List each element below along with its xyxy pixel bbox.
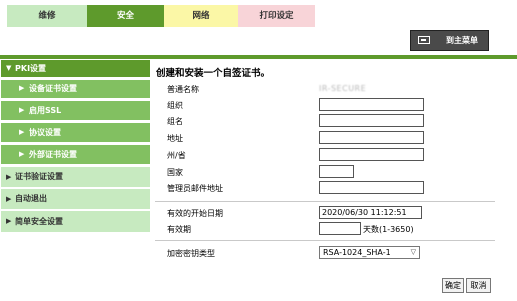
admin-email-field[interactable]: [319, 181, 424, 194]
triangle-right-icon: ▶: [19, 150, 25, 158]
sidebar-item-external-cert-settings[interactable]: ▶ 外部证书设置: [1, 145, 150, 164]
key-type-select[interactable]: RSA-1024_SHA-1 ▽: [319, 246, 420, 259]
validity-label: 有效期: [167, 225, 191, 234]
header-divider: [0, 55, 517, 59]
key-type-selected-value: RSA-1024_SHA-1: [323, 248, 391, 257]
triangle-right-icon: ▶: [19, 84, 25, 92]
sidebar-item-enable-ssl[interactable]: ▶ 启用SSL: [1, 101, 150, 120]
sidebar-item-label: 协议设置: [29, 128, 61, 137]
home-button[interactable]: 到主菜单: [410, 30, 489, 51]
org-unit-field[interactable]: [319, 114, 424, 127]
key-type-label: 加密密钥类型: [167, 249, 215, 258]
admin-email-label: 管理员邮件地址: [167, 184, 223, 193]
triangle-right-icon: ▶: [19, 106, 25, 114]
sidebar-item-label: PKI设置: [15, 64, 47, 73]
home-button-label: 到主菜单: [446, 36, 478, 45]
address-label: 地址: [167, 134, 183, 143]
sidebar-item-label: 设备证书设置: [29, 84, 77, 93]
tab-maintenance[interactable]: 维修: [7, 5, 87, 27]
address-field[interactable]: [319, 131, 424, 144]
triangle-down-icon: ▼: [6, 64, 12, 72]
state-field[interactable]: [319, 148, 424, 161]
sidebar-item-pki-settings[interactable]: ▼ PKI设置: [1, 60, 150, 77]
valid-start-field[interactable]: [319, 206, 422, 219]
validity-unit-hint: 天数(1-3650): [363, 225, 414, 234]
sidebar-item-label: 启用SSL: [29, 106, 62, 115]
organization-label: 组织: [167, 101, 183, 110]
ok-button[interactable]: 确定: [442, 278, 464, 293]
tab-network[interactable]: 网络: [164, 5, 238, 27]
sidebar-item-auto-logout[interactable]: ▶ 自动退出: [1, 189, 150, 209]
sidebar-item-cert-verification[interactable]: ▶ 证书验证设置: [1, 167, 150, 187]
cancel-button[interactable]: 取消: [466, 278, 491, 293]
sidebar-item-label: 外部证书设置: [29, 150, 77, 159]
organization-field[interactable]: [319, 98, 424, 111]
page-title: 创建和安装一个自签证书。: [156, 68, 271, 79]
country-field[interactable]: [319, 165, 354, 178]
tab-security[interactable]: 安全: [87, 5, 164, 27]
common-name-label: 普通名称: [167, 85, 199, 94]
sidebar-item-label: 证书验证设置: [15, 172, 63, 181]
triangle-right-icon: ▶: [19, 128, 25, 136]
org-unit-label: 组名: [167, 117, 183, 126]
common-name-value: IR-SECURE: [319, 84, 367, 93]
chevron-down-icon: ▽: [410, 248, 416, 256]
home-screen-icon: [418, 36, 430, 44]
triangle-right-icon: ▶: [6, 173, 12, 181]
sidebar-item-device-cert-settings[interactable]: ▶ 设备证书设置: [1, 80, 150, 98]
triangle-right-icon: ▶: [6, 217, 12, 225]
tab-print-settings[interactable]: 打印设定: [238, 5, 315, 27]
sidebar-item-simple-security[interactable]: ▶ 简单安全设置: [1, 211, 150, 232]
sidebar-item-label: 自动退出: [15, 194, 47, 203]
country-label: 国家: [167, 168, 183, 177]
state-label: 州/省: [167, 151, 186, 160]
validity-days-field[interactable]: [319, 222, 361, 235]
valid-start-label: 有效的开始日期: [167, 209, 223, 218]
triangle-right-icon: ▶: [6, 195, 12, 203]
sidebar-item-protocol-settings[interactable]: ▶ 协议设置: [1, 123, 150, 142]
section-divider: [155, 240, 495, 241]
sidebar-item-label: 简单安全设置: [15, 217, 63, 226]
section-divider: [155, 201, 495, 202]
